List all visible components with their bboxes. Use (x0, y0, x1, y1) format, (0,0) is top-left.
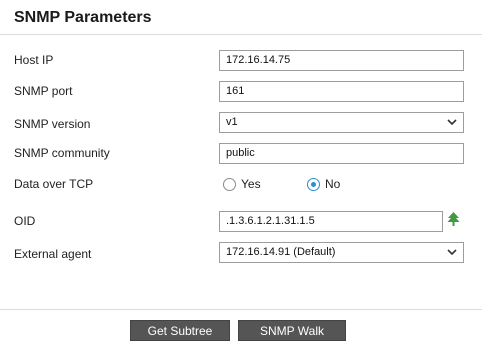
radio-yes[interactable]: Yes (223, 177, 261, 191)
radio-yes-label: Yes (241, 177, 261, 191)
external-agent-label: External agent (14, 247, 92, 261)
radio-no[interactable]: No (307, 177, 340, 191)
host-ip-label: Host IP (14, 53, 54, 67)
snmp-walk-button[interactable]: SNMP Walk (238, 320, 346, 341)
oid-label: OID (14, 214, 36, 228)
chevron-down-icon (447, 119, 457, 126)
chevron-down-icon (447, 249, 457, 256)
snmp-community-label: SNMP community (14, 146, 110, 160)
tree-icon[interactable] (447, 212, 460, 227)
host-ip-input[interactable]: 172.16.14.75 (219, 50, 464, 71)
radio-yes-circle[interactable] (223, 177, 236, 191)
snmp-version-label: SNMP version (14, 117, 91, 131)
oid-input[interactable]: .1.3.6.1.2.1.31.1.5 (219, 211, 443, 232)
get-subtree-button[interactable]: Get Subtree (130, 320, 230, 341)
snmp-port-label: SNMP port (14, 84, 73, 98)
panel-title: SNMP Parameters (14, 9, 152, 26)
radio-no-circle[interactable] (307, 177, 320, 191)
external-agent-value: 172.16.14.91 (Default) (226, 246, 336, 258)
snmp-port-input[interactable]: 161 (219, 81, 464, 102)
snmp-community-input[interactable]: public (219, 143, 464, 164)
radio-no-label: No (325, 177, 341, 191)
footer-divider (0, 309, 482, 310)
data-over-tcp-label: Data over TCP (14, 177, 94, 191)
external-agent-select[interactable]: 172.16.14.91 (Default) (219, 242, 464, 263)
snmp-version-select[interactable]: v1 (219, 112, 464, 133)
title-divider (0, 34, 482, 35)
snmp-version-value: v1 (226, 116, 238, 128)
